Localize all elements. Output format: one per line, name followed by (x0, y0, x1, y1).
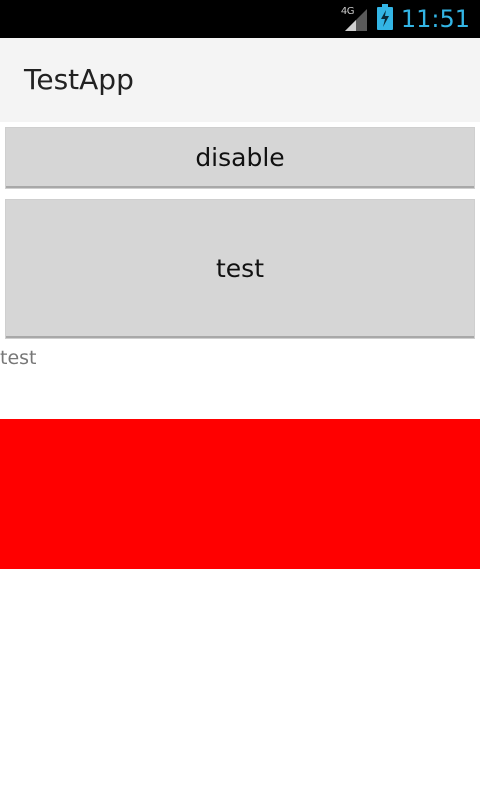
app-title: TestApp (24, 63, 134, 96)
status-clock: 11:51 (400, 5, 470, 33)
battery-charging-icon (376, 4, 393, 34)
test-text-label: test (0, 347, 37, 369)
red-block-view (0, 419, 480, 569)
status-icons: 4G 11:51 (341, 0, 470, 38)
disable-button[interactable]: disable (6, 128, 474, 188)
status-bar: 4G 11:51 (0, 0, 480, 38)
test-button[interactable]: test (6, 200, 474, 338)
signal-icon: 4G (341, 5, 369, 33)
network-type-label: 4G (340, 6, 355, 17)
action-bar: TestApp (0, 38, 480, 122)
